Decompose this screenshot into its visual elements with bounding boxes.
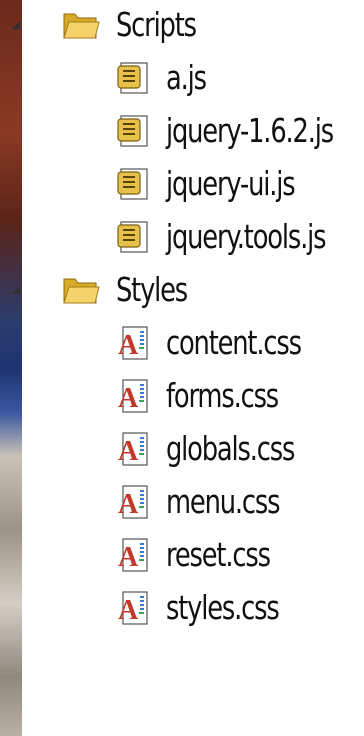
tree-folder-scripts[interactable]: Scripts bbox=[0, 0, 364, 53]
tree-file-label: jquery-ui.js bbox=[166, 164, 296, 203]
tree-file-label: reset.css bbox=[166, 535, 271, 574]
solution-explorer-tree: Scripts a.js jquery-1.6.2.js jquery-ui.j… bbox=[0, 0, 364, 736]
css-file-icon: A bbox=[118, 326, 148, 361]
css-file-icon: A bbox=[118, 379, 148, 414]
tree-file-label: forms.css bbox=[166, 376, 279, 415]
javascript-file-icon bbox=[117, 168, 148, 200]
css-file-icon: A bbox=[118, 432, 148, 467]
javascript-file-icon bbox=[117, 62, 148, 94]
tree-file-content-css[interactable]: A content.css bbox=[0, 318, 364, 371]
svg-text:A: A bbox=[118, 489, 139, 520]
tree-file-label: globals.css bbox=[166, 429, 295, 468]
tree-file-label: menu.css bbox=[166, 482, 281, 521]
tree-file-styles-css[interactable]: A styles.css bbox=[0, 583, 364, 636]
css-file-icon: A bbox=[118, 591, 148, 626]
tree-file-jquery-1-6-2-js[interactable]: jquery-1.6.2.js bbox=[0, 106, 364, 159]
tree-file-a-js[interactable]: a.js bbox=[0, 53, 364, 106]
tree-file-label: jquery.tools.js bbox=[166, 217, 326, 256]
tree-file-label: a.js bbox=[166, 58, 207, 97]
css-file-icon: A bbox=[118, 538, 148, 573]
tree-file-forms-css[interactable]: A forms.css bbox=[0, 371, 364, 424]
folder-open-icon bbox=[63, 13, 100, 39]
tree-file-jquery-tools-js[interactable]: jquery.tools.js bbox=[0, 212, 364, 265]
tree-folder-label: Styles bbox=[116, 270, 188, 309]
tree-file-label: content.css bbox=[166, 323, 302, 362]
tree-file-jquery-ui-js[interactable]: jquery-ui.js bbox=[0, 159, 364, 212]
tree-file-reset-css[interactable]: A reset.css bbox=[0, 530, 364, 583]
css-file-icon: A bbox=[118, 485, 148, 520]
javascript-file-icon bbox=[117, 221, 148, 253]
tree-file-menu-css[interactable]: A menu.css bbox=[0, 477, 364, 530]
svg-text:A: A bbox=[118, 436, 139, 467]
expand-collapse-arrow-icon[interactable] bbox=[12, 21, 20, 29]
svg-text:A: A bbox=[118, 330, 139, 361]
svg-text:A: A bbox=[118, 595, 139, 626]
expand-collapse-arrow-icon[interactable] bbox=[12, 286, 20, 294]
tree-file-label: jquery-1.6.2.js bbox=[166, 111, 334, 150]
tree-folder-styles[interactable]: Styles bbox=[0, 265, 364, 318]
folder-open-icon bbox=[63, 278, 100, 304]
tree-file-label: styles.css bbox=[166, 588, 280, 627]
svg-text:A: A bbox=[118, 542, 139, 573]
javascript-file-icon bbox=[117, 115, 148, 147]
tree-file-globals-css[interactable]: A globals.css bbox=[0, 424, 364, 477]
tree-folder-label: Scripts bbox=[116, 5, 197, 44]
svg-text:A: A bbox=[118, 383, 139, 414]
